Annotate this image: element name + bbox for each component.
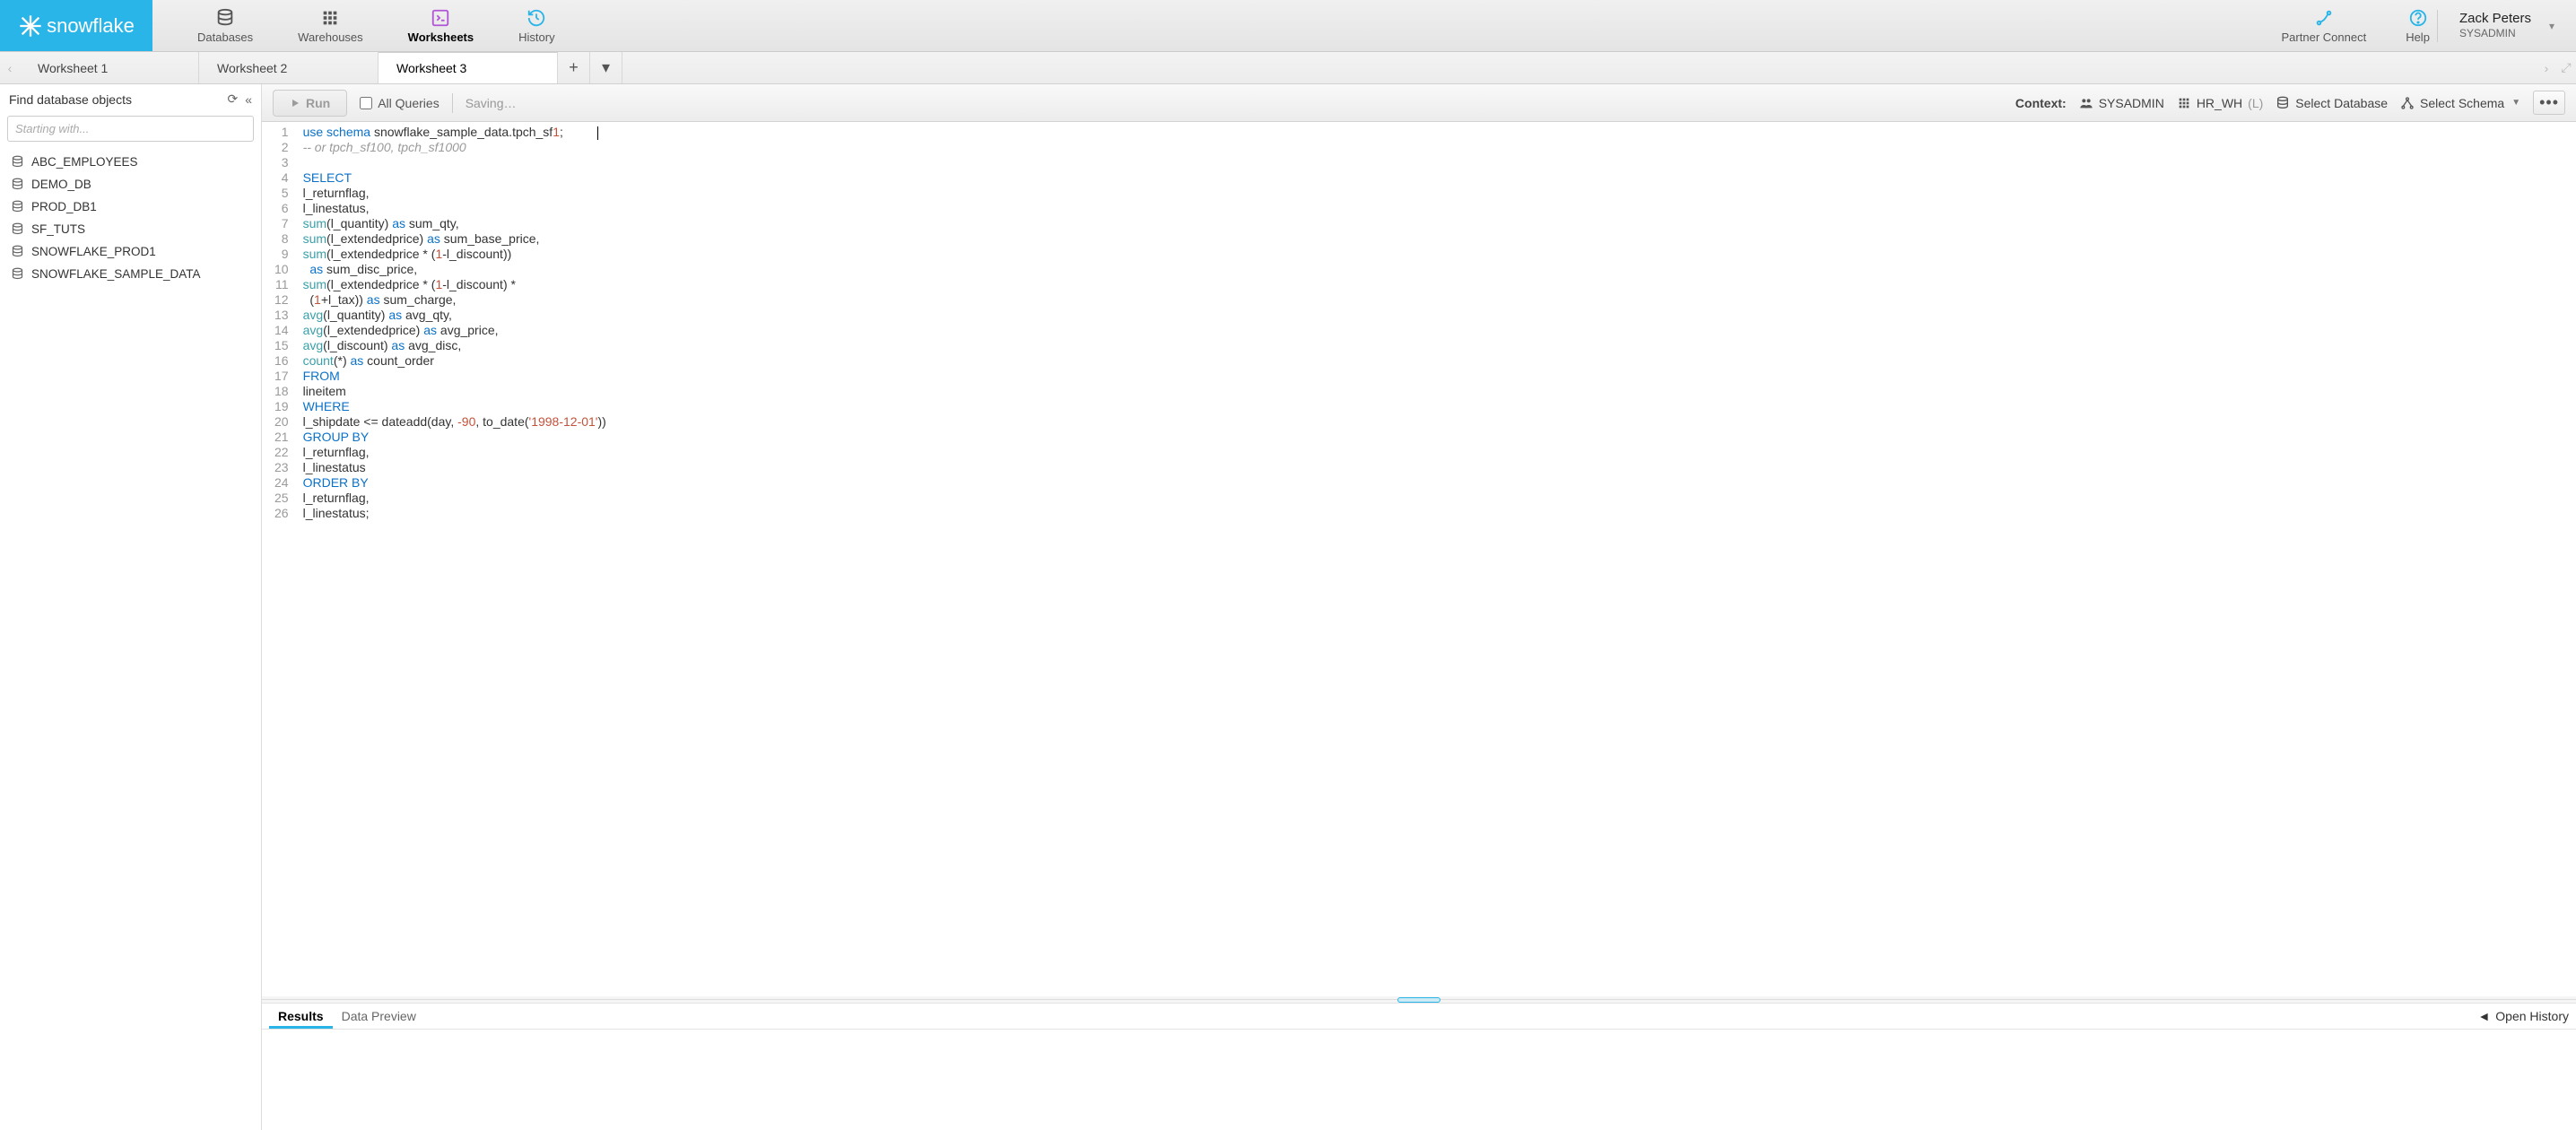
- help-nav: Partner Connect Help: [2237, 0, 2437, 51]
- results-body: [262, 1030, 2576, 1130]
- sql-editor[interactable]: 1234567891011121314151617181920212223242…: [262, 122, 2576, 996]
- code-content[interactable]: use schema snowflake_sample_data.tpch_sf…: [298, 122, 606, 700]
- snowflake-icon: [18, 13, 43, 39]
- text-cursor: [597, 126, 598, 140]
- context-role-label: SYSADMIN: [2099, 96, 2164, 110]
- object-browser-title: Find database objects: [9, 92, 220, 107]
- nav-databases-label: Databases: [197, 30, 253, 44]
- nav-partner-label: Partner Connect: [2282, 30, 2367, 44]
- context-label: Context:: [2015, 96, 2067, 110]
- nav-help-label: Help: [2406, 30, 2430, 44]
- nav-worksheets-label: Worksheets: [408, 30, 474, 44]
- nav-warehouses-label: Warehouses: [298, 30, 363, 44]
- run-button-label: Run: [306, 96, 330, 110]
- help-icon: [2408, 8, 2428, 28]
- database-item[interactable]: SNOWFLAKE_PROD1: [0, 240, 261, 263]
- nav-worksheets[interactable]: Worksheets: [408, 8, 474, 44]
- object-search: [7, 116, 254, 142]
- database-item-label: SF_TUTS: [31, 222, 85, 236]
- run-button[interactable]: Run: [273, 90, 347, 117]
- schema-icon: [2400, 96, 2415, 110]
- database-icon: [215, 8, 235, 28]
- tab-scroll-left[interactable]: ‹: [0, 52, 20, 83]
- all-queries-input[interactable]: [360, 97, 372, 109]
- database-item[interactable]: SNOWFLAKE_SAMPLE_DATA: [0, 263, 261, 285]
- results-tabs: ResultsData Preview ◄ Open History: [262, 1003, 2576, 1030]
- warehouse-small-icon: [2177, 96, 2191, 110]
- more-options-button[interactable]: •••: [2533, 91, 2565, 115]
- object-search-input[interactable]: [7, 116, 254, 142]
- tab-scroll-right[interactable]: ›: [2537, 52, 2556, 83]
- context-warehouse[interactable]: HR_WH (L): [2177, 96, 2263, 110]
- nav-history-label: History: [518, 30, 554, 44]
- context-schema[interactable]: Select Schema ▼: [2400, 96, 2520, 110]
- context-schema-label: Select Schema: [2420, 96, 2504, 110]
- worksheet-tab[interactable]: Worksheet 2: [199, 52, 379, 83]
- main-nav: Databases Warehouses Worksheets History: [152, 0, 555, 51]
- open-history-button[interactable]: ◄ Open History: [2477, 1009, 2569, 1023]
- save-status: Saving…: [466, 96, 517, 110]
- database-item-label: ABC_EMPLOYEES: [31, 155, 138, 169]
- results-tab[interactable]: Results: [269, 1004, 333, 1029]
- database-item[interactable]: DEMO_DB: [0, 173, 261, 196]
- database-item[interactable]: SF_TUTS: [0, 218, 261, 240]
- user-name: Zack Peters: [2459, 11, 2531, 27]
- refresh-icon[interactable]: ⟳: [227, 91, 238, 107]
- tab-add[interactable]: +: [558, 52, 590, 83]
- user-role: SYSADMIN: [2459, 27, 2531, 39]
- context-role[interactable]: SYSADMIN: [2079, 96, 2164, 110]
- nav-warehouses[interactable]: Warehouses: [298, 8, 363, 44]
- nav-databases[interactable]: Databases: [197, 8, 253, 44]
- object-browser: Find database objects ⟳ « ABC_EMPLOYEES D…: [0, 84, 262, 1130]
- database-small-icon: [2276, 96, 2290, 110]
- editor-panel: Run All Queries Saving… Context: SYSADMI…: [262, 84, 2576, 1130]
- worksheet-tabs: ‹ Worksheet 1Worksheet 2Worksheet 3 + ▾ …: [0, 52, 2576, 84]
- database-item-label: PROD_DB1: [31, 200, 97, 213]
- worksheet-tab[interactable]: Worksheet 3: [379, 52, 558, 83]
- editor-toolbar: Run All Queries Saving… Context: SYSADMI…: [262, 84, 2576, 122]
- context-database[interactable]: Select Database: [2276, 96, 2388, 110]
- context-warehouse-size: (L): [2248, 96, 2263, 110]
- brand-text: snowflake: [47, 14, 135, 38]
- results-resize-handle[interactable]: [262, 996, 2576, 1003]
- database-item-label: SNOWFLAKE_PROD1: [31, 245, 156, 258]
- nav-history[interactable]: History: [518, 8, 554, 44]
- chevron-down-icon: ▼: [2511, 98, 2520, 108]
- warehouse-icon: [320, 8, 340, 28]
- partner-icon: [2314, 8, 2334, 28]
- context-warehouse-label: HR_WH: [2197, 96, 2242, 110]
- nav-partner-connect[interactable]: Partner Connect: [2282, 8, 2367, 44]
- arrow-left-icon: ◄: [2477, 1009, 2490, 1023]
- collapse-sidebar-icon[interactable]: «: [245, 92, 252, 107]
- database-item-label: SNOWFLAKE_SAMPLE_DATA: [31, 267, 201, 281]
- all-queries-checkbox[interactable]: All Queries: [360, 96, 439, 110]
- brand-logo[interactable]: snowflake: [0, 0, 152, 51]
- database-item-label: DEMO_DB: [31, 178, 91, 191]
- database-list: ABC_EMPLOYEES DEMO_DB PROD_DB1 SF_TUTS SNOWF…: [0, 147, 261, 289]
- chevron-down-icon: ▾: [2538, 20, 2554, 32]
- results-tab[interactable]: Data Preview: [333, 1004, 425, 1029]
- play-icon: [290, 98, 300, 109]
- history-icon: [527, 8, 546, 28]
- worksheet-icon: [431, 8, 450, 28]
- tab-menu[interactable]: ▾: [590, 52, 622, 83]
- all-queries-label: All Queries: [378, 96, 439, 110]
- line-gutter: 1234567891011121314151617181920212223242…: [262, 122, 298, 700]
- user-menu[interactable]: Zack Peters SYSADMIN ▾: [2437, 0, 2576, 51]
- context-selector: Context: SYSADMIN HR_WH (L) Select Datab…: [2015, 91, 2565, 115]
- worksheet-tab[interactable]: Worksheet 1: [20, 52, 199, 83]
- open-history-label: Open History: [2495, 1009, 2569, 1023]
- context-database-label: Select Database: [2295, 96, 2388, 110]
- nav-help[interactable]: Help: [2406, 8, 2430, 44]
- database-item[interactable]: ABC_EMPLOYEES: [0, 151, 261, 173]
- role-icon: [2079, 96, 2093, 110]
- database-item[interactable]: PROD_DB1: [0, 196, 261, 218]
- header: snowflake Databases Warehouses Worksheet…: [0, 0, 2576, 52]
- tab-expand[interactable]: ⤢: [2556, 52, 2576, 83]
